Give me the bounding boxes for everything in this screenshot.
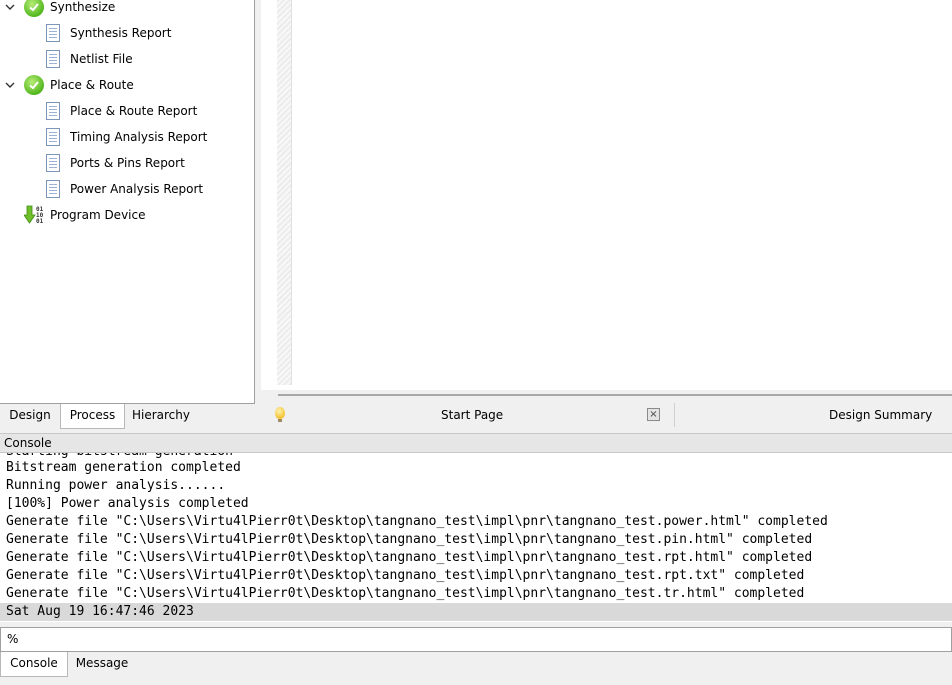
console-line: Generate file "C:\Users\Virtu4lPierr0t\D… bbox=[6, 532, 813, 547]
close-icon[interactable]: × bbox=[647, 408, 660, 421]
document-icon bbox=[46, 24, 60, 42]
editor-gutter bbox=[277, 0, 292, 385]
document-icon bbox=[46, 128, 60, 146]
tree-item-place-route[interactable]: Place & Route bbox=[0, 72, 134, 98]
tree-item-ports-pins-report[interactable]: Ports & Pins Report bbox=[46, 150, 185, 176]
tree-item-label: Synthesis Report bbox=[70, 26, 172, 40]
tab-console[interactable]: Console bbox=[0, 652, 68, 677]
tree-item-label: Ports & Pins Report bbox=[70, 156, 185, 170]
chevron-down-icon[interactable] bbox=[5, 2, 15, 12]
tree-item-label: Synthesize bbox=[50, 0, 116, 14]
chevron-down-icon[interactable] bbox=[5, 80, 15, 90]
svg-text:01: 01 bbox=[36, 218, 44, 225]
tab-process[interactable]: Process bbox=[60, 404, 125, 429]
console-line: Generate file "C:\Users\Virtu4lPierr0t\D… bbox=[6, 550, 813, 565]
document-tabs: Start Page × Design Summary bbox=[261, 403, 952, 428]
console-title: Console bbox=[0, 433, 952, 453]
tree-item-label: Power Analysis Report bbox=[70, 182, 204, 196]
console-line: Running power analysis...... bbox=[6, 478, 226, 493]
tab-design-summary[interactable]: Design Summary bbox=[675, 403, 952, 427]
console-prompt: % bbox=[7, 632, 19, 646]
tree-item-netlist-file[interactable]: Netlist File bbox=[46, 46, 133, 72]
editor-area[interactable] bbox=[261, 0, 952, 390]
lightbulb-icon bbox=[275, 407, 285, 422]
document-icon bbox=[46, 102, 60, 120]
bottom-panel-tabs: Console Message bbox=[0, 652, 952, 685]
tree-item-label: Timing Analysis Report bbox=[70, 130, 208, 144]
console-line: Generate file "C:\Users\Virtu4lPierr0t\D… bbox=[6, 514, 828, 529]
tree-item-label: Place & Route bbox=[50, 78, 134, 92]
tree-item-power-analysis-report[interactable]: Power Analysis Report bbox=[46, 176, 203, 202]
tab-design[interactable]: Design bbox=[0, 404, 60, 427]
check-icon bbox=[24, 75, 44, 95]
check-icon bbox=[24, 0, 44, 17]
tree-item-place-route-report[interactable]: Place & Route Report bbox=[46, 98, 197, 124]
console-timestamp: Sat Aug 19 16:47:46 2023 bbox=[6, 604, 194, 619]
console-command-input[interactable] bbox=[23, 630, 927, 650]
console-output[interactable]: Starting bitstream generation Bitstream … bbox=[0, 453, 952, 622]
process-tree: Synthesize Synthesis Report Netlist File… bbox=[0, 0, 255, 404]
tree-item-program-device[interactable]: 01 10 01 Program Device bbox=[24, 202, 145, 228]
console-line: Generate file "C:\Users\Virtu4lPierr0t\D… bbox=[6, 568, 805, 583]
tab-start-page[interactable]: Start Page × bbox=[261, 403, 675, 427]
tab-label: Start Page bbox=[441, 408, 504, 422]
tree-item-synthesis-report[interactable]: Synthesis Report bbox=[46, 20, 171, 46]
console-line: Generate file "C:\Users\Virtu4lPierr0t\D… bbox=[6, 586, 805, 601]
tab-message[interactable]: Message bbox=[68, 652, 136, 675]
splitter[interactable] bbox=[0, 622, 952, 626]
tree-item-synthesize[interactable]: Synthesize bbox=[0, 0, 115, 20]
tab-hierarchy[interactable]: Hierarchy bbox=[125, 404, 197, 427]
document-icon bbox=[46, 50, 60, 68]
document-icon bbox=[46, 180, 60, 198]
tab-label: Design Summary bbox=[829, 408, 933, 422]
console-command-bar: % bbox=[0, 627, 952, 652]
tree-item-label: Place & Route Report bbox=[70, 104, 198, 118]
tree-item-timing-analysis-report[interactable]: Timing Analysis Report bbox=[46, 124, 207, 150]
horizontal-scrollbar[interactable] bbox=[278, 390, 952, 400]
tree-item-label: Netlist File bbox=[70, 52, 133, 66]
program-device-icon: 01 10 01 bbox=[24, 205, 44, 225]
console-line: [100%] Power analysis completed bbox=[6, 496, 249, 511]
console-line: Bitstream generation completed bbox=[6, 460, 241, 475]
tree-item-label: Program Device bbox=[50, 208, 146, 222]
left-panel-tabs: Design Process Hierarchy bbox=[0, 404, 258, 429]
document-icon bbox=[46, 154, 60, 172]
